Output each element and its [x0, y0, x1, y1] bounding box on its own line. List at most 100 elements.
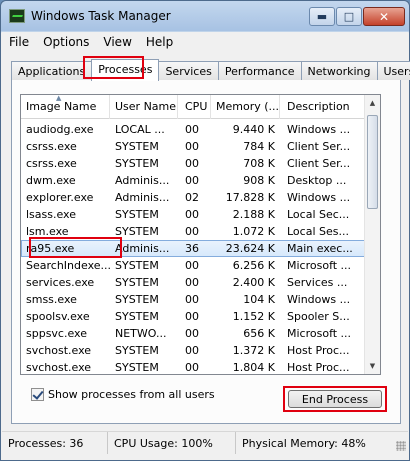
cell-cpu: 00: [185, 327, 199, 340]
title-bar[interactable]: Windows Task Manager ▬ □ ✕: [1, 1, 409, 31]
process-row[interactable]: dwm.exe Adminis... 00 908 K Desktop ...: [21, 172, 366, 189]
process-row[interactable]: SearchIndexe... SYSTEM 00 6.256 K Microsoft …: [21, 257, 366, 274]
column-image-name[interactable]: ▲ Image Name: [21, 95, 110, 119]
cell-image-name: SearchIndexe...: [26, 259, 110, 272]
scroll-down-icon[interactable]: ▼: [365, 358, 380, 374]
cell-user-name: SYSTEM: [115, 310, 159, 323]
show-all-users-option[interactable]: Show processes from all users: [31, 388, 215, 401]
column-user-name[interactable]: User Name: [110, 95, 178, 119]
cell-memory: 6.256 K: [232, 259, 275, 272]
cell-description: Microsoft ...: [287, 327, 352, 340]
cell-memory: 1.804 K: [232, 361, 275, 374]
show-all-users-label: Show processes from all users: [48, 388, 215, 401]
cell-description: Windows ...: [287, 293, 351, 306]
cell-description: Client Ser...: [287, 140, 351, 153]
menu-help[interactable]: Help: [139, 32, 180, 52]
cell-image-name: csrss.exe: [26, 157, 77, 170]
process-row[interactable]: ra95.exe Adminis... 36 23.624 K Main exec...: [21, 240, 366, 257]
cell-cpu: 36: [185, 242, 199, 255]
process-row[interactable]: svchost.exe SYSTEM 00 1.804 K Host Proc...: [21, 359, 366, 374]
cell-user-name: Adminis...: [115, 174, 170, 187]
cell-cpu: 02: [185, 191, 199, 204]
process-row[interactable]: svchost.exe SYSTEM 00 1.372 K Host Proc...: [21, 342, 366, 359]
cell-cpu: 00: [185, 225, 199, 238]
process-row[interactable]: spoolsv.exe SYSTEM 00 1.152 K Spooler S...: [21, 308, 366, 325]
cell-user-name: Adminis...: [115, 242, 170, 255]
task-manager-app-icon[interactable]: [9, 9, 25, 23]
cell-memory: 908 K: [243, 174, 275, 187]
tab-users[interactable]: Users: [376, 61, 410, 80]
tab-performance[interactable]: Performance: [217, 61, 302, 80]
tab-strip: Applications Processes Services Performa…: [11, 59, 410, 81]
tab-services[interactable]: Services: [158, 61, 219, 80]
cell-description: Local Sec...: [287, 208, 350, 221]
list-header: ▲ Image Name User Name CPU Memory (... D…: [21, 95, 366, 119]
close-icon: ✕: [378, 9, 390, 24]
process-list[interactable]: ▲ Image Name User Name CPU Memory (... D…: [20, 94, 381, 375]
tab-applications[interactable]: Applications: [11, 61, 93, 80]
cell-description: Spooler S...: [287, 310, 350, 323]
scroll-thumb[interactable]: [367, 115, 378, 209]
process-row[interactable]: audiodg.exe LOCAL ... 00 9.440 K Windows ...: [21, 121, 366, 138]
cell-user-name: SYSTEM: [115, 276, 159, 289]
cell-cpu: 00: [185, 344, 199, 357]
cell-user-name: SYSTEM: [115, 140, 159, 153]
column-cpu[interactable]: CPU: [178, 95, 211, 119]
cell-memory: 9.440 K: [232, 123, 275, 136]
process-row[interactable]: smss.exe SYSTEM 00 104 K Windows ...: [21, 291, 366, 308]
process-row[interactable]: lsass.exe SYSTEM 00 2.188 K Local Sec...: [21, 206, 366, 223]
cell-description: Services ...: [287, 276, 348, 289]
cell-image-name: services.exe: [26, 276, 95, 289]
status-cpu-usage: CPU Usage: 100%: [108, 432, 236, 454]
cell-cpu: 00: [185, 259, 199, 272]
cell-user-name: SYSTEM: [115, 157, 159, 170]
close-button[interactable]: ✕: [363, 7, 405, 26]
column-memory[interactable]: Memory (...: [211, 95, 280, 119]
scroll-up-icon[interactable]: ▲: [365, 95, 380, 111]
cell-description: Client Ser...: [287, 157, 351, 170]
minimize-icon: ▬: [316, 10, 328, 23]
menu-file[interactable]: File: [2, 32, 36, 52]
cell-cpu: 00: [185, 174, 199, 187]
cell-user-name: SYSTEM: [115, 259, 159, 272]
cell-image-name: dwm.exe: [26, 174, 76, 187]
task-manager-window: Windows Task Manager ▬ □ ✕ File Options …: [0, 0, 410, 461]
status-physical-memory: Physical Memory: 48%: [242, 437, 366, 450]
process-row[interactable]: csrss.exe SYSTEM 00 784 K Client Ser...: [21, 138, 366, 155]
tab-networking[interactable]: Networking: [300, 61, 378, 80]
maximize-icon: □: [343, 10, 355, 23]
process-row[interactable]: explorer.exe Adminis... 02 17.828 K Windows …: [21, 189, 366, 206]
end-process-button[interactable]: End Process: [288, 390, 382, 408]
cell-user-name: SYSTEM: [115, 361, 159, 374]
maximize-button[interactable]: □: [336, 7, 362, 26]
checkmark-icon[interactable]: [31, 388, 44, 401]
cell-cpu: 00: [185, 361, 199, 374]
cell-image-name: audiodg.exe: [26, 123, 94, 136]
cell-image-name: spoolsv.exe: [26, 310, 90, 323]
cell-cpu: 00: [185, 208, 199, 221]
minimize-button[interactable]: ▬: [309, 7, 335, 26]
cell-cpu: 00: [185, 157, 199, 170]
cell-cpu: 00: [185, 276, 199, 289]
window-title: Windows Task Manager: [31, 9, 171, 23]
cell-description: Desktop ...: [287, 174, 347, 187]
cell-cpu: 00: [185, 310, 199, 323]
menu-view[interactable]: View: [96, 32, 138, 52]
cell-description: Main exec...: [287, 242, 353, 255]
process-row[interactable]: sppsvc.exe NETWO... 00 656 K Microsoft ...: [21, 325, 366, 342]
process-row[interactable]: lsm.exe SYSTEM 00 1.072 K Local Ses...: [21, 223, 366, 240]
tab-processes[interactable]: Processes: [91, 59, 160, 81]
process-row[interactable]: services.exe SYSTEM 00 2.400 K Services ...: [21, 274, 366, 291]
cell-image-name: csrss.exe: [26, 140, 77, 153]
cell-user-name: LOCAL ...: [115, 123, 165, 136]
cell-memory: 708 K: [243, 157, 275, 170]
cell-description: Host Proc...: [287, 344, 350, 357]
cell-description: Windows ...: [287, 191, 351, 204]
menu-options[interactable]: Options: [36, 32, 96, 52]
vertical-scrollbar[interactable]: ▲ ▼: [364, 95, 380, 374]
cell-description: Local Ses...: [287, 225, 349, 238]
process-row[interactable]: csrss.exe SYSTEM 00 708 K Client Ser...: [21, 155, 366, 172]
cell-user-name: SYSTEM: [115, 208, 159, 221]
resize-grip-icon[interactable]: [396, 441, 406, 451]
column-description[interactable]: Description: [280, 95, 366, 119]
